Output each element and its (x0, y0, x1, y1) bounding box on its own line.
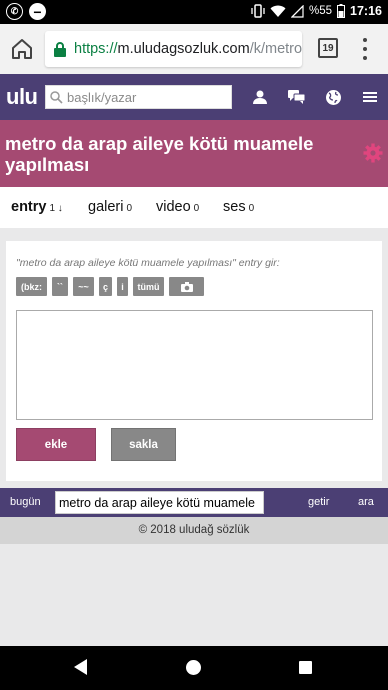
home-icon[interactable] (10, 37, 34, 61)
gear-icon[interactable] (363, 143, 383, 163)
search-link[interactable]: ara (358, 496, 374, 508)
bkz-button[interactable]: (bkz: (16, 277, 47, 296)
tab-galeri[interactable]: galeri 0 (88, 199, 132, 215)
bottom-nav: bugün getir ara (0, 488, 388, 517)
user-icon[interactable] (249, 86, 271, 108)
search-input[interactable] (67, 89, 227, 105)
content-tabs: entry 1 ↓ galeri 0 video 0 ses 0 (0, 187, 388, 228)
format-toolbar: (bkz: `` ~~ ç i tümü (16, 277, 209, 296)
entry-form: "metro da arap aileye kötü muamele yapıl… (6, 241, 382, 481)
tab-entry[interactable]: entry 1 ↓ (11, 199, 63, 215)
submit-button[interactable]: ekle (16, 428, 96, 461)
tab-ses[interactable]: ses 0 (223, 199, 254, 215)
home-circle-icon[interactable] (186, 660, 201, 675)
back-icon[interactable] (74, 659, 87, 675)
go-link[interactable]: getir (308, 496, 329, 508)
camera-icon[interactable] (169, 277, 204, 296)
entry-prompt: "metro da arap aileye kötü muamele yapıl… (16, 257, 280, 269)
today-link[interactable]: bugün (10, 496, 41, 508)
site-header: ulu (0, 74, 388, 120)
tab-video[interactable]: video 0 (156, 199, 199, 215)
whatsapp-icon: ✆ (6, 3, 23, 20)
i-button[interactable]: i (117, 277, 128, 296)
clock: 17:16 (350, 4, 382, 18)
messages-icon[interactable] (286, 86, 308, 108)
address-bar[interactable]: https:// m.uludagsozluk.com /k/metro-d (45, 31, 302, 67)
entry-textarea[interactable] (16, 310, 373, 420)
menu-icon[interactable] (359, 86, 381, 108)
url-host: m.uludagsozluk.com (117, 41, 250, 57)
topic-lookup-input[interactable] (55, 491, 264, 514)
browser-toolbar: https:// m.uludagsozluk.com /k/metro-d 1… (0, 24, 388, 74)
c-button[interactable]: ç (99, 277, 112, 296)
topic-title[interactable]: metro da arap aileye kötü muamele yapılm… (5, 133, 335, 175)
battery-icon (337, 4, 346, 18)
battery-percent: %55 (308, 5, 333, 17)
url-path: /k/metro-d (249, 41, 302, 57)
globe-icon[interactable] (322, 86, 344, 108)
footer: © 2018 uludağ sözlük (0, 517, 388, 544)
status-bar: ✆ − %55 17:16 (0, 0, 388, 24)
signal-icon (290, 4, 304, 18)
spoiler-button[interactable]: ~~ (73, 277, 94, 296)
url-protocol: https:// (74, 41, 118, 57)
wifi-icon (270, 5, 286, 17)
topic-header: metro da arap aileye kötü muamele yapılm… (0, 120, 388, 187)
search-box (45, 85, 232, 109)
tumu-button[interactable]: tümü (133, 277, 164, 296)
search-icon (50, 90, 63, 104)
tab-switcher-button[interactable]: 19 (318, 38, 338, 58)
recents-icon[interactable] (299, 661, 312, 674)
backtick-button[interactable]: `` (52, 277, 68, 296)
vibrate-icon (251, 4, 265, 18)
lock-icon (54, 42, 66, 57)
more-options-icon[interactable] (362, 38, 368, 60)
android-nav-bar (0, 646, 388, 690)
do-not-disturb-icon: − (29, 3, 46, 20)
save-draft-button[interactable]: sakla (111, 428, 176, 461)
site-logo[interactable]: ulu (6, 84, 38, 110)
